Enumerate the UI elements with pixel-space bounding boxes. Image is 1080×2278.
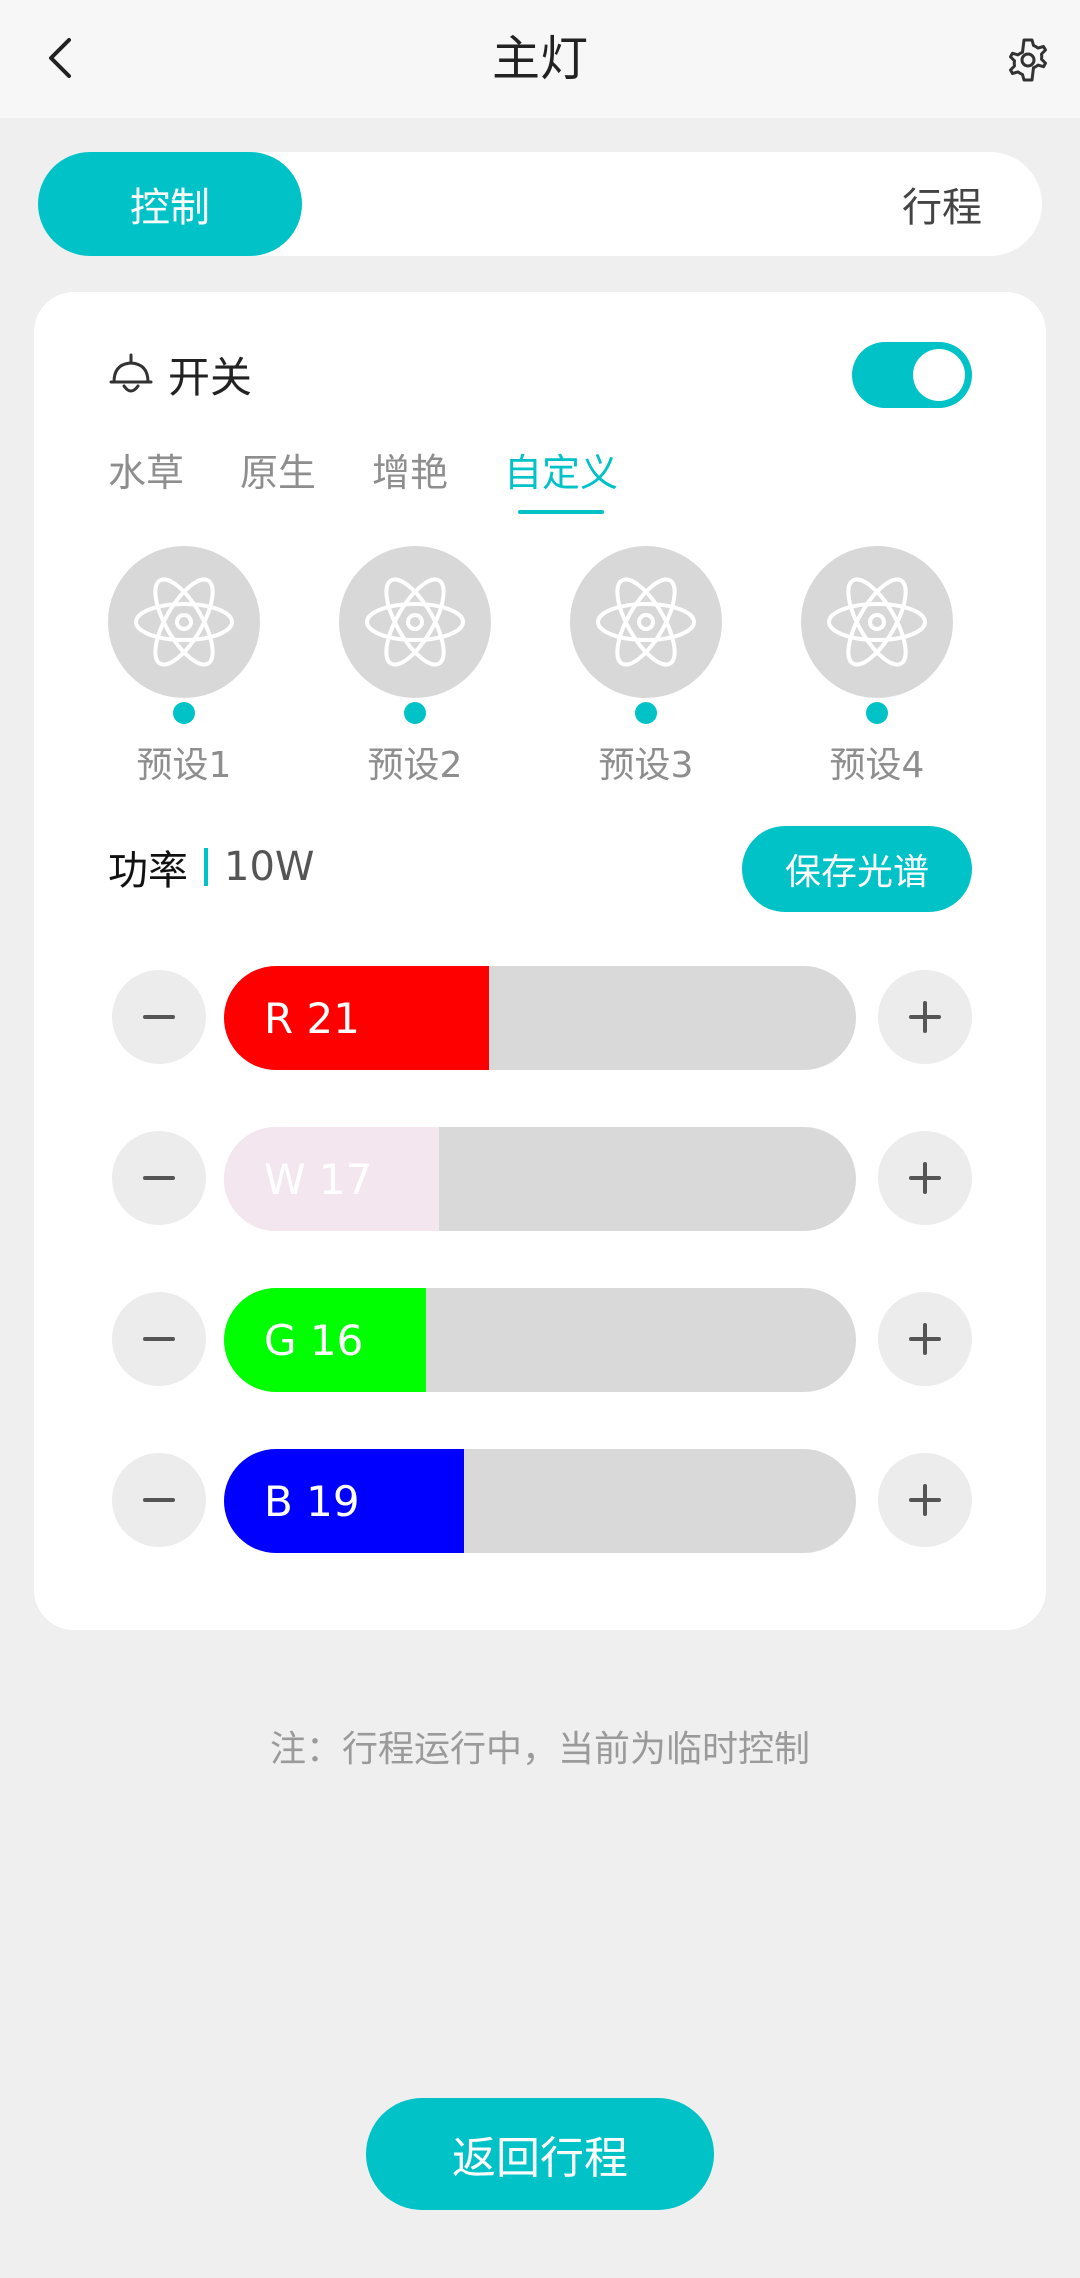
preset-circle [570,546,722,698]
preset-1[interactable]: 预设1 [108,546,260,788]
preset-label: 预设4 [829,745,925,786]
channel-row-red: R 21 [112,966,972,1070]
minus-icon [143,1337,175,1341]
preset-circle [108,546,260,698]
return-to-schedule-button[interactable]: 返回行程 [366,2098,714,2210]
page-title: 主灯 [491,31,588,87]
preset-label: 预设1 [136,745,232,786]
main-tabs: 控制 行程 [38,152,1042,256]
atom-icon [134,577,234,667]
red-value-label: R 21 [264,993,360,1043]
tab-control[interactable]: 控制 [38,152,302,256]
green-slider[interactable]: G 16 [224,1288,856,1392]
mode-tab-native[interactable]: 原生 [240,442,316,502]
minus-icon [143,1176,175,1180]
plus-icon [909,1001,941,1033]
preset-circle [339,546,491,698]
mode-tab-aquatic-plants[interactable]: 水草 [108,442,184,502]
toggle-knob [913,349,965,401]
blue-value-label: B 19 [264,1476,360,1526]
preset-2[interactable]: 预设2 [339,546,491,788]
power-label: 功率 [108,848,188,894]
red-slider[interactable]: R 21 [224,966,856,1070]
preset-indicator-dot [173,702,195,724]
settings-button[interactable] [998,30,1058,90]
power-row: 功率 10W [108,838,314,896]
power-divider [204,848,208,886]
atom-icon [365,577,465,667]
preset-list: 预设1 预设2 预设3 预设4 [108,546,988,786]
preset-4[interactable]: 预设4 [801,546,953,788]
switch-row: 开关 [108,344,252,405]
white-slider[interactable]: W 17 [224,1127,856,1231]
blue-slider[interactable]: B 19 [224,1449,856,1553]
control-card: 开关 水草 原生 增艳 自定义 预设1 预设2 预设3 预设4 功率 10W 保… [34,292,1046,1630]
lamp-icon [109,353,153,392]
decrease-white-button[interactable] [112,1131,206,1225]
increase-white-button[interactable] [878,1131,972,1225]
increase-red-button[interactable] [878,970,972,1064]
decrease-red-button[interactable] [112,970,206,1064]
minus-icon [143,1015,175,1019]
preset-indicator-dot [635,702,657,724]
preset-circle [801,546,953,698]
plus-icon [909,1484,941,1516]
power-value: 10W [224,844,315,890]
mode-tab-custom[interactable]: 自定义 [504,442,618,514]
preset-label: 预设3 [598,745,694,786]
decrease-green-button[interactable] [112,1292,206,1386]
power-toggle[interactable] [852,342,972,408]
minus-icon [143,1498,175,1502]
channel-row-white: W 17 [112,1127,972,1231]
tab-schedule[interactable]: 行程 [902,152,982,256]
channel-row-blue: B 19 [112,1449,972,1553]
preset-label: 预设2 [367,745,463,786]
mode-tabs: 水草 原生 增艳 自定义 [108,442,674,514]
decrease-blue-button[interactable] [112,1453,206,1547]
mode-tab-vivid[interactable]: 增艳 [372,442,448,502]
white-value-label: W 17 [264,1154,373,1204]
atom-icon [827,577,927,667]
switch-label: 开关 [168,353,253,402]
preset-indicator-dot [404,702,426,724]
preset-3[interactable]: 预设3 [570,546,722,788]
plus-icon [909,1162,941,1194]
green-value-label: G 16 [264,1315,364,1365]
atom-icon [596,577,696,667]
save-spectrum-button[interactable]: 保存光谱 [742,826,972,912]
increase-blue-button[interactable] [878,1453,972,1547]
preset-indicator-dot [866,702,888,724]
plus-icon [909,1323,941,1355]
gear-icon [1009,38,1047,82]
increase-green-button[interactable] [878,1292,972,1386]
top-bar: 主灯 [0,0,1080,118]
temporary-control-note: 注：行程运行中，当前为临时控制 [269,1729,810,1770]
channel-row-green: G 16 [112,1288,972,1392]
